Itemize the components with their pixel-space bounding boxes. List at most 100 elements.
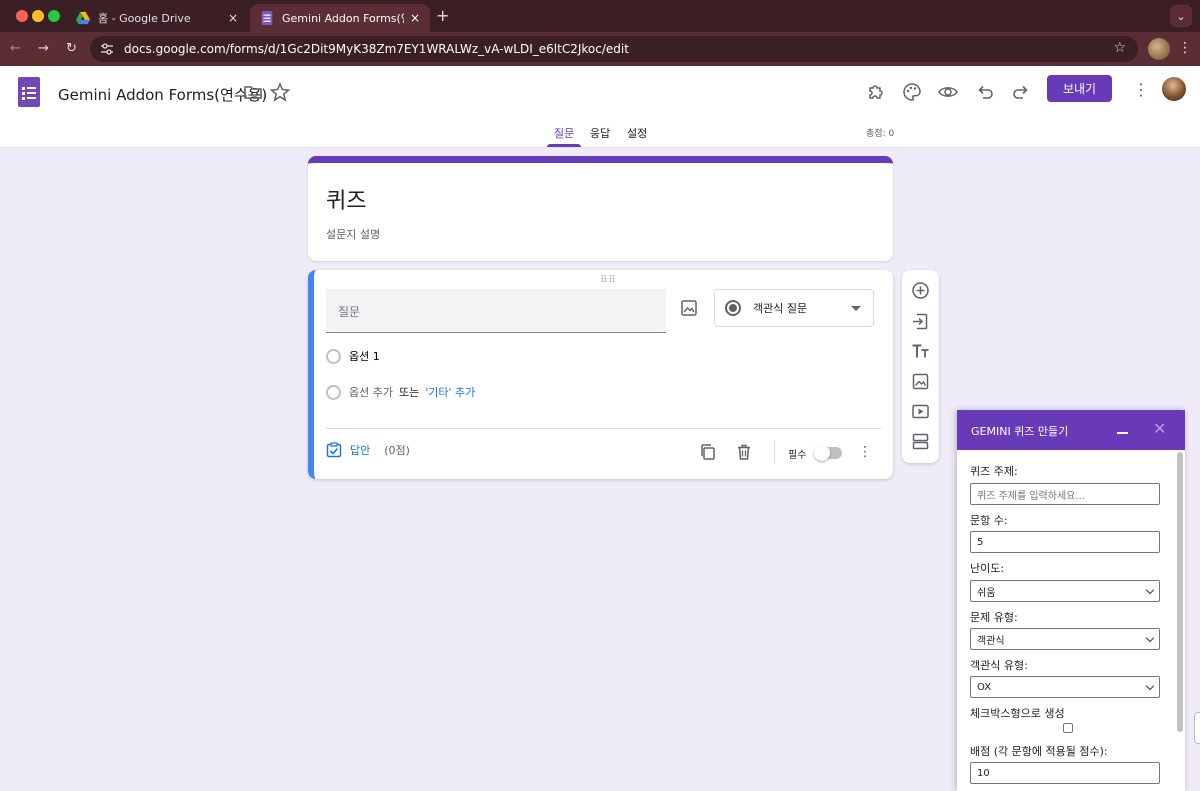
site-settings-icon[interactable] [100, 42, 114, 56]
radio-button-icon [725, 300, 741, 316]
radio-circle-icon [326, 384, 341, 400]
gemini-quiz-panel: GEMINI 퀴즈 만들기 ✕ 퀴즈 주제: 퀴즈 주제를 입력하세요... 문… [957, 410, 1185, 791]
drag-handle-icon[interactable]: ⠿⠿ [600, 275, 617, 286]
delete-trash-icon[interactable] [735, 443, 753, 461]
required-label: 필수 [788, 450, 807, 461]
score-input[interactable]: 10 [970, 762, 1160, 784]
send-button[interactable]: 보내기 [1047, 75, 1112, 102]
bookmark-star-icon[interactable]: ☆ [1113, 40, 1126, 56]
difficulty-select[interactable]: 쉬움 [970, 580, 1160, 602]
answer-key-check-icon [326, 442, 342, 458]
google-forms-icon [261, 11, 273, 25]
forward-arrow-icon[interactable]: → [38, 41, 49, 56]
forms-header: Gemini Addon Forms(연수용) 보내기 ⋮ 질문 응답 설정 총… [0, 66, 1200, 148]
question-more-icon[interactable]: ⋮ [858, 444, 872, 460]
question-type-value: 객관식 [977, 635, 1005, 647]
star-icon[interactable] [270, 82, 290, 102]
mc-type-select[interactable]: OX [970, 676, 1160, 698]
form-title-card[interactable]: 퀴즈 설문지 설명 [308, 156, 893, 261]
quiz-topic-input[interactable]: 퀴즈 주제를 입력하세요... [970, 483, 1160, 505]
add-other-link[interactable]: '기타' 추가 [425, 384, 475, 400]
side-panel-toggle[interactable] [1194, 712, 1200, 744]
total-points: 총점: 0 [866, 129, 895, 139]
tab-questions[interactable]: 질문 [546, 125, 582, 147]
palette-icon[interactable] [902, 82, 922, 102]
redo-icon[interactable] [1011, 82, 1031, 102]
form-tabs: 질문 응답 설정 총점: 0 [0, 125, 1200, 147]
tab-close-icon[interactable]: × [228, 11, 238, 25]
duplicate-icon[interactable] [699, 443, 717, 461]
browser-tab-drive[interactable]: 홈 - Google Drive × [66, 4, 248, 32]
add-question-icon[interactable] [911, 281, 930, 300]
add-ons-puzzle-icon[interactable] [866, 82, 886, 102]
radio-circle-icon [326, 348, 341, 364]
question-count-input[interactable]: 5 [970, 531, 1160, 553]
divider [774, 440, 775, 464]
checkbox-mode-checkbox[interactable] [1063, 723, 1073, 733]
document-title[interactable]: Gemini Addon Forms(연수용) [58, 84, 267, 105]
browser-tab-forms[interactable]: Gemini Addon Forms(연수용) - Google Forms × [250, 4, 430, 32]
add-image-icon[interactable] [911, 372, 930, 391]
scrollbar-thumb[interactable] [1177, 452, 1183, 732]
mc-type-label: 객관식 유형: [970, 659, 1028, 672]
add-section-icon[interactable] [911, 432, 930, 451]
reload-icon[interactable]: ↻ [66, 41, 77, 56]
new-tab-button[interactable]: + [436, 6, 449, 25]
points-label: (0점) [384, 444, 410, 457]
difficulty-value: 쉬움 [977, 587, 996, 599]
add-image-icon[interactable] [680, 299, 698, 317]
back-arrow-icon[interactable]: ← [10, 41, 21, 56]
minimize-icon[interactable] [1117, 432, 1128, 434]
checkbox-mode-label: 체크박스형으로 생성 [970, 707, 1065, 720]
google-forms-logo-icon[interactable] [18, 77, 40, 107]
add-title-text-icon[interactable] [911, 342, 930, 361]
question-count-label: 문항 수: [970, 514, 1008, 527]
question-type-dropdown[interactable]: 객관식 질문 [714, 289, 874, 327]
tab-responses[interactable]: 응답 [590, 125, 610, 147]
question-type-label: 문제 유형: [970, 611, 1018, 624]
window-close-button[interactable] [16, 10, 28, 22]
question-title-input[interactable]: 질문 [326, 289, 666, 333]
address-bar[interactable]: docs.google.com/forms/d/1Gc2Dit9MyK38Zm7… [90, 36, 1138, 62]
add-option-link[interactable]: 옵션 추가 [349, 384, 393, 400]
chevron-down-icon [1145, 681, 1155, 691]
score-label: 배점 (각 문항에 적용될 점수): [970, 745, 1108, 758]
window-zoom-button[interactable] [48, 10, 60, 22]
answer-key-button[interactable]: 답안 (0점) [326, 442, 410, 458]
chevron-down-icon [1145, 633, 1155, 643]
quiz-topic-label: 퀴즈 주제: [970, 465, 1018, 478]
window-minimize-button[interactable] [32, 10, 44, 22]
more-options-icon[interactable]: ⋮ [1133, 80, 1149, 99]
form-description-field[interactable]: 설문지 설명 [326, 226, 380, 242]
tab-title: Gemini Addon Forms(연수용) - Google Forms [282, 12, 404, 25]
panel-scrollbar[interactable] [1177, 452, 1183, 787]
gemini-panel-header: GEMINI 퀴즈 만들기 ✕ [957, 410, 1185, 450]
required-toggle[interactable] [814, 445, 842, 461]
avatar[interactable] [1162, 77, 1186, 101]
browser-toolbar: ← → ↻ docs.google.com/forms/d/1Gc2Dit9My… [0, 32, 1200, 66]
form-title[interactable]: 퀴즈 [326, 183, 366, 215]
question-card[interactable]: ⠿⠿ 질문 객관식 질문 옵션 1 옵션 추가 또는 '기타' 추가 답안 (0… [308, 270, 893, 479]
google-drive-icon [76, 11, 90, 25]
tab-settings[interactable]: 설정 [627, 125, 647, 147]
question-type-label: 객관식 질문 [753, 302, 808, 315]
tab-close-icon[interactable]: × [410, 11, 420, 25]
close-icon[interactable]: ✕ [1153, 419, 1166, 438]
undo-icon[interactable] [975, 82, 995, 102]
browser-tab-strip: 홈 - Google Drive × Gemini Addon Forms(연수… [0, 0, 1200, 32]
or-text: 또는 [398, 386, 420, 399]
preview-eye-icon[interactable] [938, 82, 958, 102]
browser-menu-icon[interactable]: ⋮ [1178, 40, 1192, 56]
question-type-select[interactable]: 객관식 [970, 628, 1160, 650]
tab-search-chevron-icon[interactable]: ⌄ [1170, 5, 1192, 27]
gemini-panel-title: GEMINI 퀴즈 만들기 [971, 425, 1069, 438]
add-option-row: 옵션 추가 또는 '기타' 추가 [326, 384, 475, 400]
import-questions-icon[interactable] [911, 312, 930, 331]
add-video-icon[interactable] [911, 402, 930, 421]
browser-profile-avatar[interactable] [1148, 38, 1170, 60]
option-row[interactable]: 옵션 1 [326, 348, 380, 364]
url-text: docs.google.com/forms/d/1Gc2Dit9MyK38Zm7… [124, 42, 629, 56]
folder-icon[interactable] [243, 82, 263, 102]
option-label[interactable]: 옵션 1 [349, 348, 380, 364]
divider [326, 428, 881, 429]
